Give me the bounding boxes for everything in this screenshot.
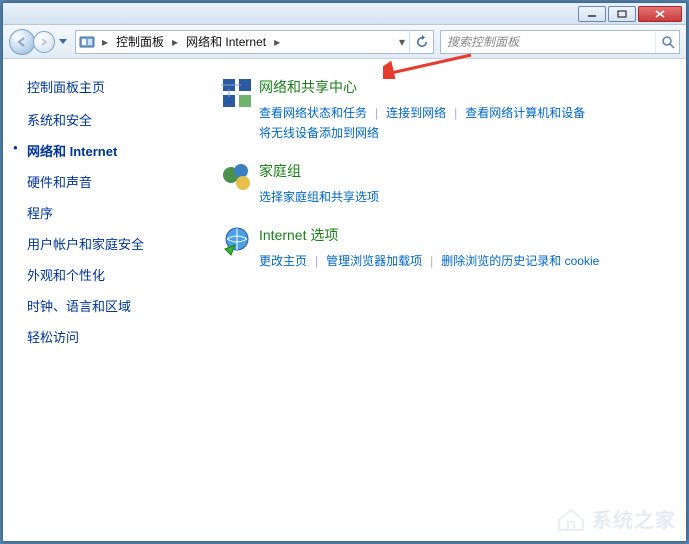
- breadcrumb-chevron[interactable]: ▸: [168, 35, 182, 49]
- link[interactable]: 删除浏览的历史记录和 cookie: [441, 254, 599, 268]
- section: 家庭组选择家庭组和共享选项: [215, 161, 674, 207]
- titlebar: [3, 3, 686, 25]
- section-links: 更改主页|管理浏览器加载项|删除浏览的历史记录和 cookie: [259, 251, 674, 271]
- section-links: 选择家庭组和共享选项: [259, 187, 674, 207]
- section-icon: [215, 77, 259, 143]
- link[interactable]: 将无线设备添加到网络: [259, 126, 379, 140]
- section: 网络和共享中心查看网络状态和任务|连接到网络|查看网络计算机和设备将无线设备添加…: [215, 77, 674, 143]
- search-box[interactable]: [440, 30, 680, 54]
- address-history-dropdown[interactable]: ▾: [395, 35, 409, 49]
- close-button[interactable]: [638, 6, 682, 22]
- control-panel-window: ▸ 控制面板 ▸ 网络和 Internet ▸ ▾ 控制面板主页 系统和安全网络…: [2, 2, 687, 542]
- breadcrumb-chevron[interactable]: ▸: [270, 35, 284, 49]
- link[interactable]: 查看网络计算机和设备: [465, 106, 585, 120]
- sidebar-item[interactable]: 外观和个性化: [27, 265, 203, 284]
- maximize-button[interactable]: [608, 6, 636, 22]
- sidebar-item[interactable]: 系统和安全: [27, 110, 203, 129]
- main-content: 网络和共享中心查看网络状态和任务|连接到网络|查看网络计算机和设备将无线设备添加…: [203, 59, 686, 541]
- link[interactable]: 更改主页: [259, 254, 307, 268]
- sidebar-item[interactable]: 网络和 Internet: [27, 141, 203, 160]
- sidebar-item[interactable]: 轻松访问: [27, 327, 203, 346]
- section-title[interactable]: 家庭组: [259, 161, 674, 181]
- sidebar-title[interactable]: 控制面板主页: [27, 77, 203, 96]
- minimize-button[interactable]: [578, 6, 606, 22]
- nav-buttons: [9, 29, 69, 55]
- navbar: ▸ 控制面板 ▸ 网络和 Internet ▸ ▾: [3, 25, 686, 59]
- sidebar-item[interactable]: 硬件和声音: [27, 172, 203, 191]
- section: Internet 选项更改主页|管理浏览器加载项|删除浏览的历史记录和 cook…: [215, 225, 674, 271]
- link[interactable]: 选择家庭组和共享选项: [259, 190, 379, 204]
- control-panel-icon: [76, 34, 98, 50]
- sidebar-item[interactable]: 用户帐户和家庭安全: [27, 234, 203, 253]
- breadcrumb-network-internet[interactable]: 网络和 Internet: [182, 33, 270, 50]
- refresh-button[interactable]: [409, 31, 433, 53]
- sidebar-item[interactable]: 时钟、语言和区域: [27, 296, 203, 315]
- link[interactable]: 管理浏览器加载项: [326, 254, 422, 268]
- link[interactable]: 查看网络状态和任务: [259, 106, 367, 120]
- search-button[interactable]: [655, 31, 679, 53]
- body: 控制面板主页 系统和安全网络和 Internet 硬件和声音程序用户帐户和家庭安全…: [3, 59, 686, 541]
- link[interactable]: 连接到网络: [386, 106, 446, 120]
- recent-pages-dropdown[interactable]: [57, 36, 69, 48]
- search-input[interactable]: [441, 35, 655, 49]
- section-icon: [215, 225, 259, 271]
- back-button[interactable]: [9, 29, 35, 55]
- section-title[interactable]: Internet 选项: [259, 225, 674, 245]
- sidebar: 控制面板主页 系统和安全网络和 Internet 硬件和声音程序用户帐户和家庭安全…: [3, 59, 203, 541]
- address-bar[interactable]: ▸ 控制面板 ▸ 网络和 Internet ▸ ▾: [75, 30, 434, 54]
- section-title[interactable]: 网络和共享中心: [259, 77, 674, 97]
- breadcrumb-control-panel[interactable]: 控制面板: [112, 33, 168, 50]
- forward-button[interactable]: [33, 31, 55, 53]
- sidebar-item[interactable]: 程序: [27, 203, 203, 222]
- breadcrumb-chevron[interactable]: ▸: [98, 35, 112, 49]
- section-links: 查看网络状态和任务|连接到网络|查看网络计算机和设备将无线设备添加到网络: [259, 103, 674, 143]
- section-icon: [215, 161, 259, 207]
